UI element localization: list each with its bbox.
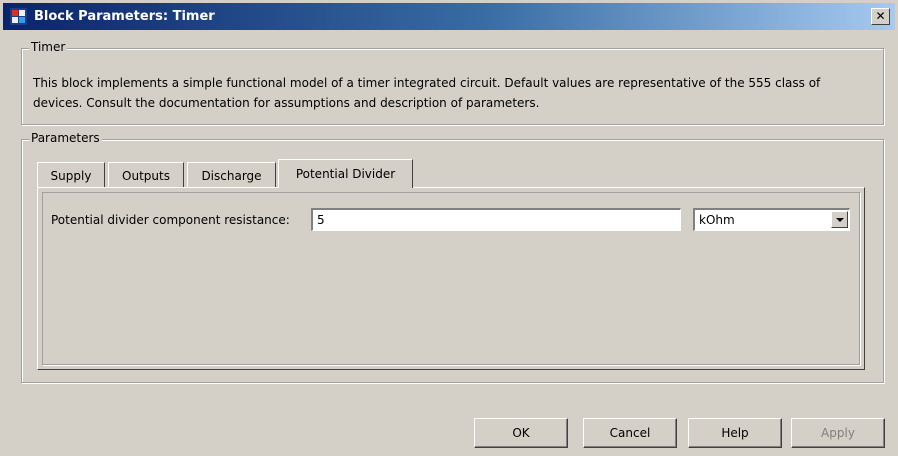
parameters-group-label: Parameters [29,131,102,145]
close-icon: ✕ [875,9,886,23]
chevron-down-icon[interactable] [831,211,848,228]
window-title: Block Parameters: Timer [34,9,215,24]
cancel-button[interactable]: Cancel [583,418,677,448]
simulink-block-icon [10,8,27,25]
dialog-window: Block Parameters: Timer ✕ Timer This blo… [0,0,898,456]
resistance-unit-select[interactable]: kOhm [693,208,850,231]
ok-button[interactable]: OK [474,418,568,448]
timer-group-label: Timer [29,40,68,54]
apply-button[interactable]: Apply [791,418,885,448]
close-button[interactable]: ✕ [871,8,890,25]
tab-outputs[interactable]: Outputs [108,162,184,187]
timer-description: This block implements a simple functiona… [33,76,821,110]
tab-label: Potential Divider [295,167,396,181]
resistance-input[interactable] [311,208,681,231]
resistance-unit-value: kOhm [699,213,735,227]
tab-potential-divider[interactable]: Potential Divider [278,159,413,188]
title-bar[interactable]: Block Parameters: Timer ✕ [3,3,895,30]
tab-label: Discharge [201,169,262,183]
tab-label: Outputs [122,169,170,183]
resistance-label: Potential divider component resistance: [51,213,290,227]
tab-supply[interactable]: Supply [37,162,105,187]
tab-discharge[interactable]: Discharge [187,162,276,187]
tab-label: Supply [50,169,92,183]
help-button[interactable]: Help [688,418,782,448]
